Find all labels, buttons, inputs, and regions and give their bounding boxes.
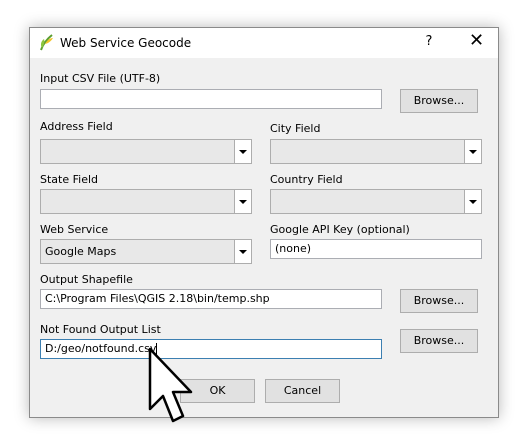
chevron-down-icon[interactable] — [234, 140, 251, 163]
web-service-geocode-dialog: Web Service Geocode ? ✕ Input CSV File (… — [29, 27, 499, 418]
output-shapefile-label: Output Shapefile — [40, 273, 133, 286]
chevron-down-icon[interactable] — [234, 240, 251, 263]
api-key-field[interactable]: (none) — [270, 239, 482, 259]
chevron-down-icon[interactable] — [234, 190, 251, 213]
not-found-browse-button[interactable]: Browse... — [400, 329, 478, 353]
not-found-field[interactable]: D:/geo/notfound.csv — [40, 339, 382, 359]
state-field-label: State Field — [40, 173, 99, 186]
state-field-combo[interactable] — [40, 189, 252, 214]
address-field-combo[interactable] — [40, 139, 252, 164]
country-field-combo[interactable] — [270, 189, 482, 214]
address-field-label: Address Field — [40, 120, 113, 133]
cancel-button[interactable]: Cancel — [265, 379, 340, 403]
not-found-value: D:/geo/notfound.csv — [45, 342, 157, 355]
help-button[interactable]: ? — [422, 34, 436, 49]
ok-button[interactable]: OK — [180, 379, 255, 403]
not-found-label: Not Found Output List — [40, 323, 161, 336]
web-service-value: Google Maps — [45, 245, 117, 258]
city-field-label: City Field — [270, 122, 321, 135]
qgis-icon — [40, 34, 53, 51]
city-field-combo[interactable] — [270, 139, 482, 164]
api-key-label: Google API Key (optional) — [270, 223, 410, 236]
input-csv-field[interactable] — [40, 89, 382, 109]
country-field-label: Country Field — [270, 173, 343, 186]
chevron-down-icon[interactable] — [464, 190, 481, 213]
window-title: Web Service Geocode — [60, 36, 192, 50]
chevron-down-icon[interactable] — [464, 140, 481, 163]
output-shapefile-field[interactable]: C:\Program Files\QGIS 2.18\bin/temp.shp — [40, 289, 382, 309]
output-shapefile-browse-button[interactable]: Browse... — [400, 289, 478, 313]
title-bar: Web Service Geocode ? ✕ — [30, 28, 498, 58]
web-service-label: Web Service — [40, 223, 109, 236]
close-button[interactable]: ✕ — [469, 32, 484, 50]
input-csv-browse-button[interactable]: Browse... — [400, 89, 478, 113]
text-caret — [156, 343, 158, 355]
web-service-combo[interactable]: Google Maps — [40, 239, 252, 264]
input-csv-label: Input CSV File (UTF-8) — [40, 72, 161, 85]
